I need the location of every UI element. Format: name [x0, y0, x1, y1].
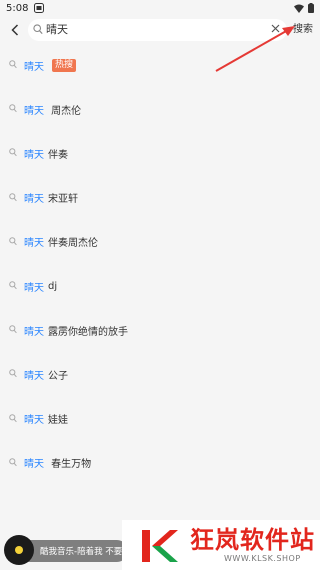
search-icon [9, 325, 17, 334]
search-query: 晴天 [46, 23, 68, 36]
search-icon [9, 60, 17, 69]
suggestion-highlight: 晴天 [24, 105, 44, 117]
suggestion-text: 晴天 宋亚轩 [24, 190, 78, 205]
suggestion-text: 晴天 露雳你绝情的放手 [24, 323, 128, 338]
search-icon [9, 281, 17, 290]
status-time: 5:08 [6, 2, 29, 14]
search-icon [9, 413, 17, 422]
suggestion-item[interactable]: 晴天 露雳你绝情的放手 [0, 308, 320, 352]
suggestion-highlight: 晴天 [24, 326, 44, 338]
watermark-url: WWW.KLSK.SHOP [224, 554, 301, 563]
chevron-left-icon [11, 24, 19, 36]
suggestion-rest: 宋亚轩 [48, 194, 78, 206]
search-icon [9, 192, 17, 201]
search-button[interactable]: 搜索 [293, 22, 313, 38]
suggestion-item[interactable]: 晴天 娃娃 [0, 397, 320, 441]
search-icon [9, 457, 17, 466]
suggestion-item[interactable]: 晴天 春生万物 [0, 441, 320, 485]
suggestion-highlight: 晴天 [24, 282, 44, 294]
suggestion-item[interactable]: 晴天 宋亚轩 [0, 176, 320, 220]
suggestion-highlight: 晴天 [24, 415, 44, 427]
suggestion-highlight: 晴天 [24, 459, 44, 471]
suggestion-highlight: 晴天 [24, 370, 44, 382]
suggestion-item[interactable]: 晴天 热搜 [0, 43, 320, 87]
suggestion-highlight: 晴天 [24, 61, 44, 73]
suggestion-rest: 周杰伦 [48, 105, 82, 117]
search-input[interactable]: 晴天 [28, 19, 287, 41]
suggestion-rest: 春生万物 [48, 459, 92, 471]
suggestion-text: 晴天 公子 [24, 367, 68, 382]
watermark: 狂岚软件站 WWW.KLSK.SHOP [122, 520, 320, 570]
suggestion-text: 晴天 dj [24, 279, 57, 294]
suggestion-highlight: 晴天 [24, 194, 44, 206]
suggestion-highlight: 晴天 [24, 238, 44, 250]
battery-icon [308, 3, 314, 13]
close-icon[interactable] [271, 24, 280, 33]
search-icon [9, 236, 17, 245]
suggestion-text: 晴天 娃娃 [24, 411, 68, 426]
search-icon [9, 148, 17, 157]
suggestion-item[interactable]: 晴天 伴奏 [0, 131, 320, 175]
back-button[interactable] [6, 20, 24, 40]
suggestion-list: 晴天 热搜 晴天 周杰伦 晴天 伴奏 晴天 宋亚轩 晴天 伴奏周杰伦 晴天 dj 晴天 露雳你绝情的放手… [0, 43, 320, 485]
suggestion-item[interactable]: 晴天 伴奏周杰伦 [0, 220, 320, 264]
search-icon [33, 24, 43, 35]
suggestion-rest: 公子 [48, 370, 68, 382]
suggestion-highlight: 晴天 [24, 149, 44, 161]
suggestion-text: 晴天 热搜 [24, 58, 77, 73]
suggestion-item[interactable]: 晴天 周杰伦 [0, 87, 320, 131]
suggestion-rest: 露雳你绝情的放手 [48, 326, 128, 338]
album-disc-icon[interactable] [4, 535, 34, 565]
search-header: 晴天 搜索 [0, 18, 320, 42]
suggestion-rest: 娃娃 [48, 415, 68, 427]
search-icon [9, 369, 17, 378]
now-playing-text: 酷我音乐-陪着我 不要 [40, 547, 123, 557]
watermark-name: 狂岚软件站 [190, 526, 315, 554]
watermark-logo [142, 530, 178, 562]
suggestion-text: 晴天 伴奏周杰伦 [24, 234, 98, 249]
search-icon [9, 104, 17, 113]
suggestion-text: 晴天 伴奏 [24, 146, 68, 161]
notification-icon [34, 3, 45, 13]
suggestion-rest: 伴奏周杰伦 [48, 238, 98, 250]
suggestion-item[interactable]: 晴天 dj [0, 264, 320, 308]
suggestion-rest: dj [48, 280, 58, 292]
wifi-icon [294, 4, 304, 13]
suggestion-rest: 伴奏 [48, 149, 68, 161]
suggestion-text: 晴天 春生万物 [24, 455, 91, 470]
hot-badge: 热搜 [52, 58, 77, 72]
status-bar: 5:08 [0, 0, 320, 16]
suggestion-item[interactable]: 晴天 公子 [0, 352, 320, 396]
suggestion-text: 晴天 周杰伦 [24, 102, 81, 117]
